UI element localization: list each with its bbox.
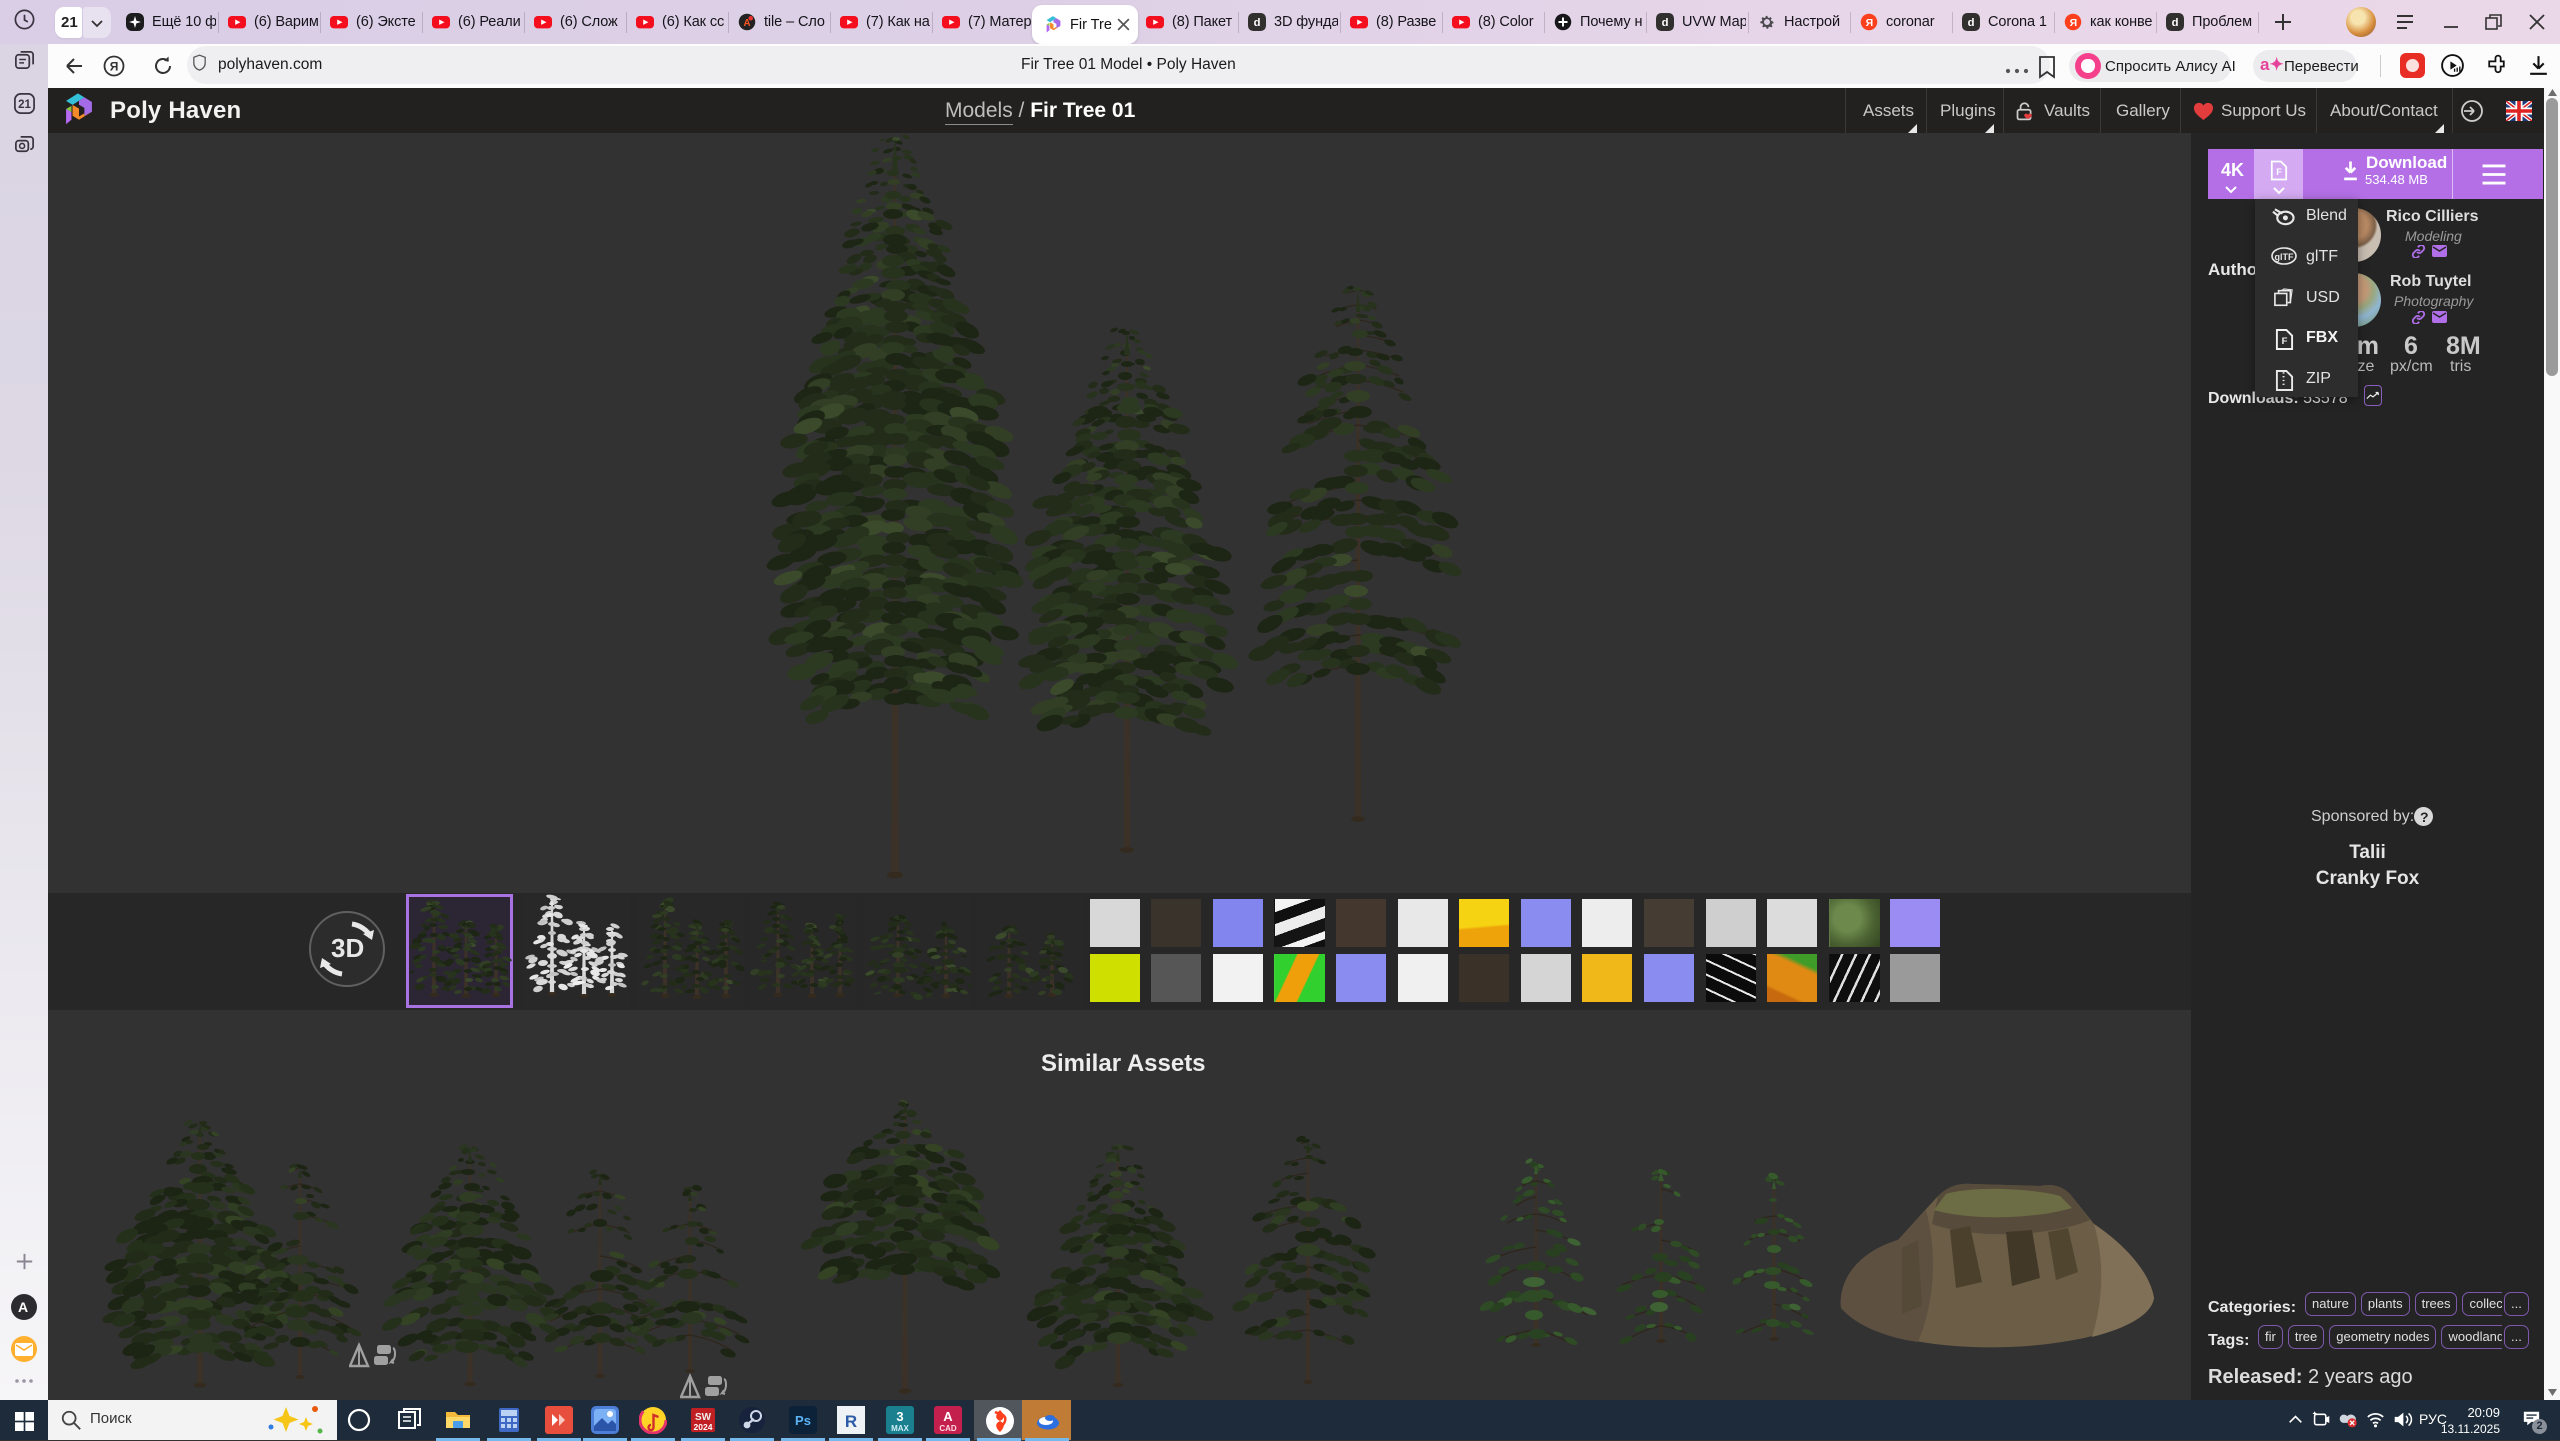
svg-text:d: d <box>1662 17 1669 29</box>
svg-text:2024: 2024 <box>694 1422 713 1432</box>
svg-text:A: A <box>943 1409 953 1424</box>
svg-text:R: R <box>845 1412 857 1431</box>
svg-text:MAX: MAX <box>891 1424 909 1433</box>
svg-text:F: F <box>2282 336 2288 347</box>
svg-text:glTF: glTF <box>2275 252 2294 262</box>
svg-text:d: d <box>1254 17 1261 29</box>
svg-text:Я: Я <box>1866 17 1874 29</box>
svg-text:F: F <box>2276 167 2282 177</box>
svg-text:21: 21 <box>18 99 31 111</box>
svg-text:CAD: CAD <box>939 1424 957 1433</box>
svg-text:3: 3 <box>896 1409 903 1424</box>
svg-text:Ps: Ps <box>795 1413 811 1428</box>
svg-text:d: d <box>2172 17 2179 29</box>
svg-text:d: d <box>1968 17 1975 29</box>
svg-text:Я: Я <box>2070 17 2078 29</box>
svg-text:Я: Я <box>110 60 119 74</box>
